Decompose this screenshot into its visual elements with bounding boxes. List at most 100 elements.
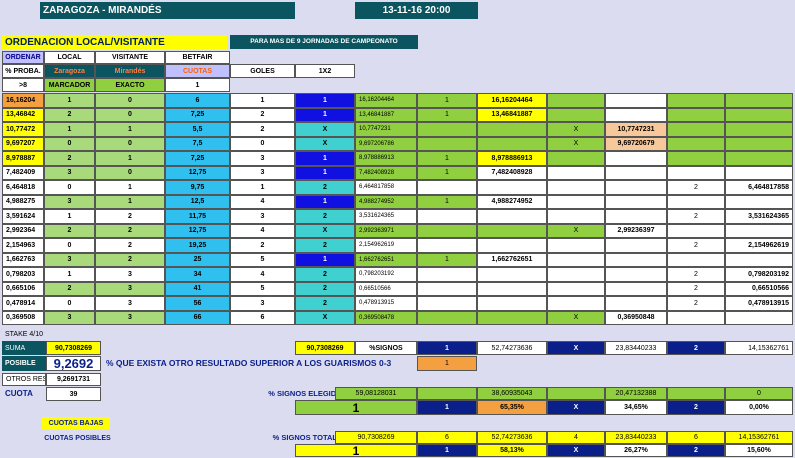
totales-px: 26,27% [605, 444, 667, 457]
cell-q: 34 [165, 267, 230, 282]
cell-l: 1 [44, 93, 95, 108]
cell-c [547, 281, 605, 296]
elegidos-label: % SIGNOS ELEGIDOS [268, 388, 347, 398]
cell-e [667, 136, 725, 151]
totales-p2: 15,60% [725, 444, 793, 457]
cell-s: 2 [295, 296, 355, 311]
totales-2: 2 [667, 444, 725, 457]
cell-c: X [547, 223, 605, 238]
cell-g: 5 [230, 252, 295, 267]
cell-f: 0,369508478 [355, 310, 417, 325]
suma-v1: 52,74273636 [477, 341, 547, 355]
cell-a: 1 [417, 107, 477, 122]
cell-b [477, 310, 547, 325]
cell-c [547, 194, 605, 209]
cell-c [547, 296, 605, 311]
cell-v: 1 [95, 151, 165, 166]
cell-h [725, 151, 793, 166]
cell-a: 1 [417, 252, 477, 267]
elegidos-v0: 59,08128031 [335, 387, 417, 400]
suma-1: 1 [417, 341, 477, 355]
cell-d: 10,7747231 [605, 122, 667, 137]
ordenar-button[interactable]: ORDENAR [2, 51, 44, 64]
cell-f: 16,16204464 [355, 93, 417, 108]
cell-c: X [547, 310, 605, 325]
cell-h: 6,464817858 [725, 180, 793, 195]
cell-v: 0 [95, 107, 165, 122]
cell-v: 3 [95, 281, 165, 296]
cell-l: 0 [44, 296, 95, 311]
elegidos-p1: 65,35% [477, 400, 547, 415]
cell-e [667, 223, 725, 238]
elegidos-vx: 20,47132388 [605, 387, 667, 400]
exacto-label: EXACTO [95, 78, 165, 92]
cell-c: X [547, 122, 605, 137]
cell-b [477, 180, 547, 195]
cell-p: 0,369508 [2, 310, 44, 325]
cell-e [667, 165, 725, 180]
suma-label: SUMA [2, 341, 46, 355]
cell-e [667, 93, 725, 108]
cell-h [725, 310, 793, 325]
cell-b [477, 209, 547, 224]
cell-g: 3 [230, 296, 295, 311]
cell-q: 12,75 [165, 165, 230, 180]
cell-b [477, 223, 547, 238]
cell-f: 9,697206786 [355, 136, 417, 151]
cell-v: 1 [95, 194, 165, 209]
cell-f: 10,7747231 [355, 122, 417, 137]
cell-a [417, 223, 477, 238]
col-1x2: 1X2 [295, 64, 355, 78]
cell-p: 4,988275 [2, 194, 44, 209]
cell-p: 16,16204 [2, 93, 44, 108]
totales-1: 1 [417, 444, 477, 457]
cell-b: 8,978886913 [477, 151, 547, 166]
totales-label: % SIGNOS TOTALES [272, 432, 347, 442]
cell-q: 7,5 [165, 136, 230, 151]
cell-a [417, 209, 477, 224]
team-zaragoza: Zaragoza [44, 64, 95, 78]
section-title: ORDENACION LOCAL/VISITANTE [2, 35, 227, 50]
totales-vx: 23,83440233 [605, 431, 667, 444]
cell-s: 2 [295, 209, 355, 224]
cell-c [547, 209, 605, 224]
cell-s: 2 [295, 281, 355, 296]
cell-q: 56 [165, 296, 230, 311]
cell-a [417, 136, 477, 151]
cell-s: X [295, 122, 355, 137]
cell-q: 12,75 [165, 223, 230, 238]
posible-one: 1 [417, 356, 477, 371]
cell-c [547, 238, 605, 253]
cell-a [417, 296, 477, 311]
cell-c [547, 93, 605, 108]
cell-v: 2 [95, 252, 165, 267]
cell-p: 0,478914 [2, 296, 44, 311]
cell-a [417, 310, 477, 325]
cell-s: X [295, 310, 355, 325]
match-datetime: 13-11-16 20:00 [355, 2, 478, 19]
cell-d [605, 267, 667, 282]
cell-f: 2,154962619 [355, 238, 417, 253]
cell-b: 7,482408928 [477, 165, 547, 180]
cell-b: 4,988274952 [477, 194, 547, 209]
cell-d [605, 165, 667, 180]
cell-h [725, 252, 793, 267]
cell-p: 6,464818 [2, 180, 44, 195]
cell-g: 3 [230, 151, 295, 166]
cell-p: 8,978887 [2, 151, 44, 166]
cell-v: 3 [95, 310, 165, 325]
cell-b [477, 267, 547, 282]
cell-a: 1 [417, 151, 477, 166]
elegidos-big: 1 [295, 400, 417, 415]
cell-f: 4,988274952 [355, 194, 417, 209]
cell-g: 6 [230, 310, 295, 325]
cell-q: 6 [165, 93, 230, 108]
cell-c: X [547, 136, 605, 151]
cell-v: 1 [95, 122, 165, 137]
cell-s: X [295, 223, 355, 238]
totales-v1: 52,74273636 [477, 431, 547, 444]
cell-f: 8,978886913 [355, 151, 417, 166]
cell-l: 1 [44, 122, 95, 137]
cell-h [725, 223, 793, 238]
cell-d [605, 107, 667, 122]
